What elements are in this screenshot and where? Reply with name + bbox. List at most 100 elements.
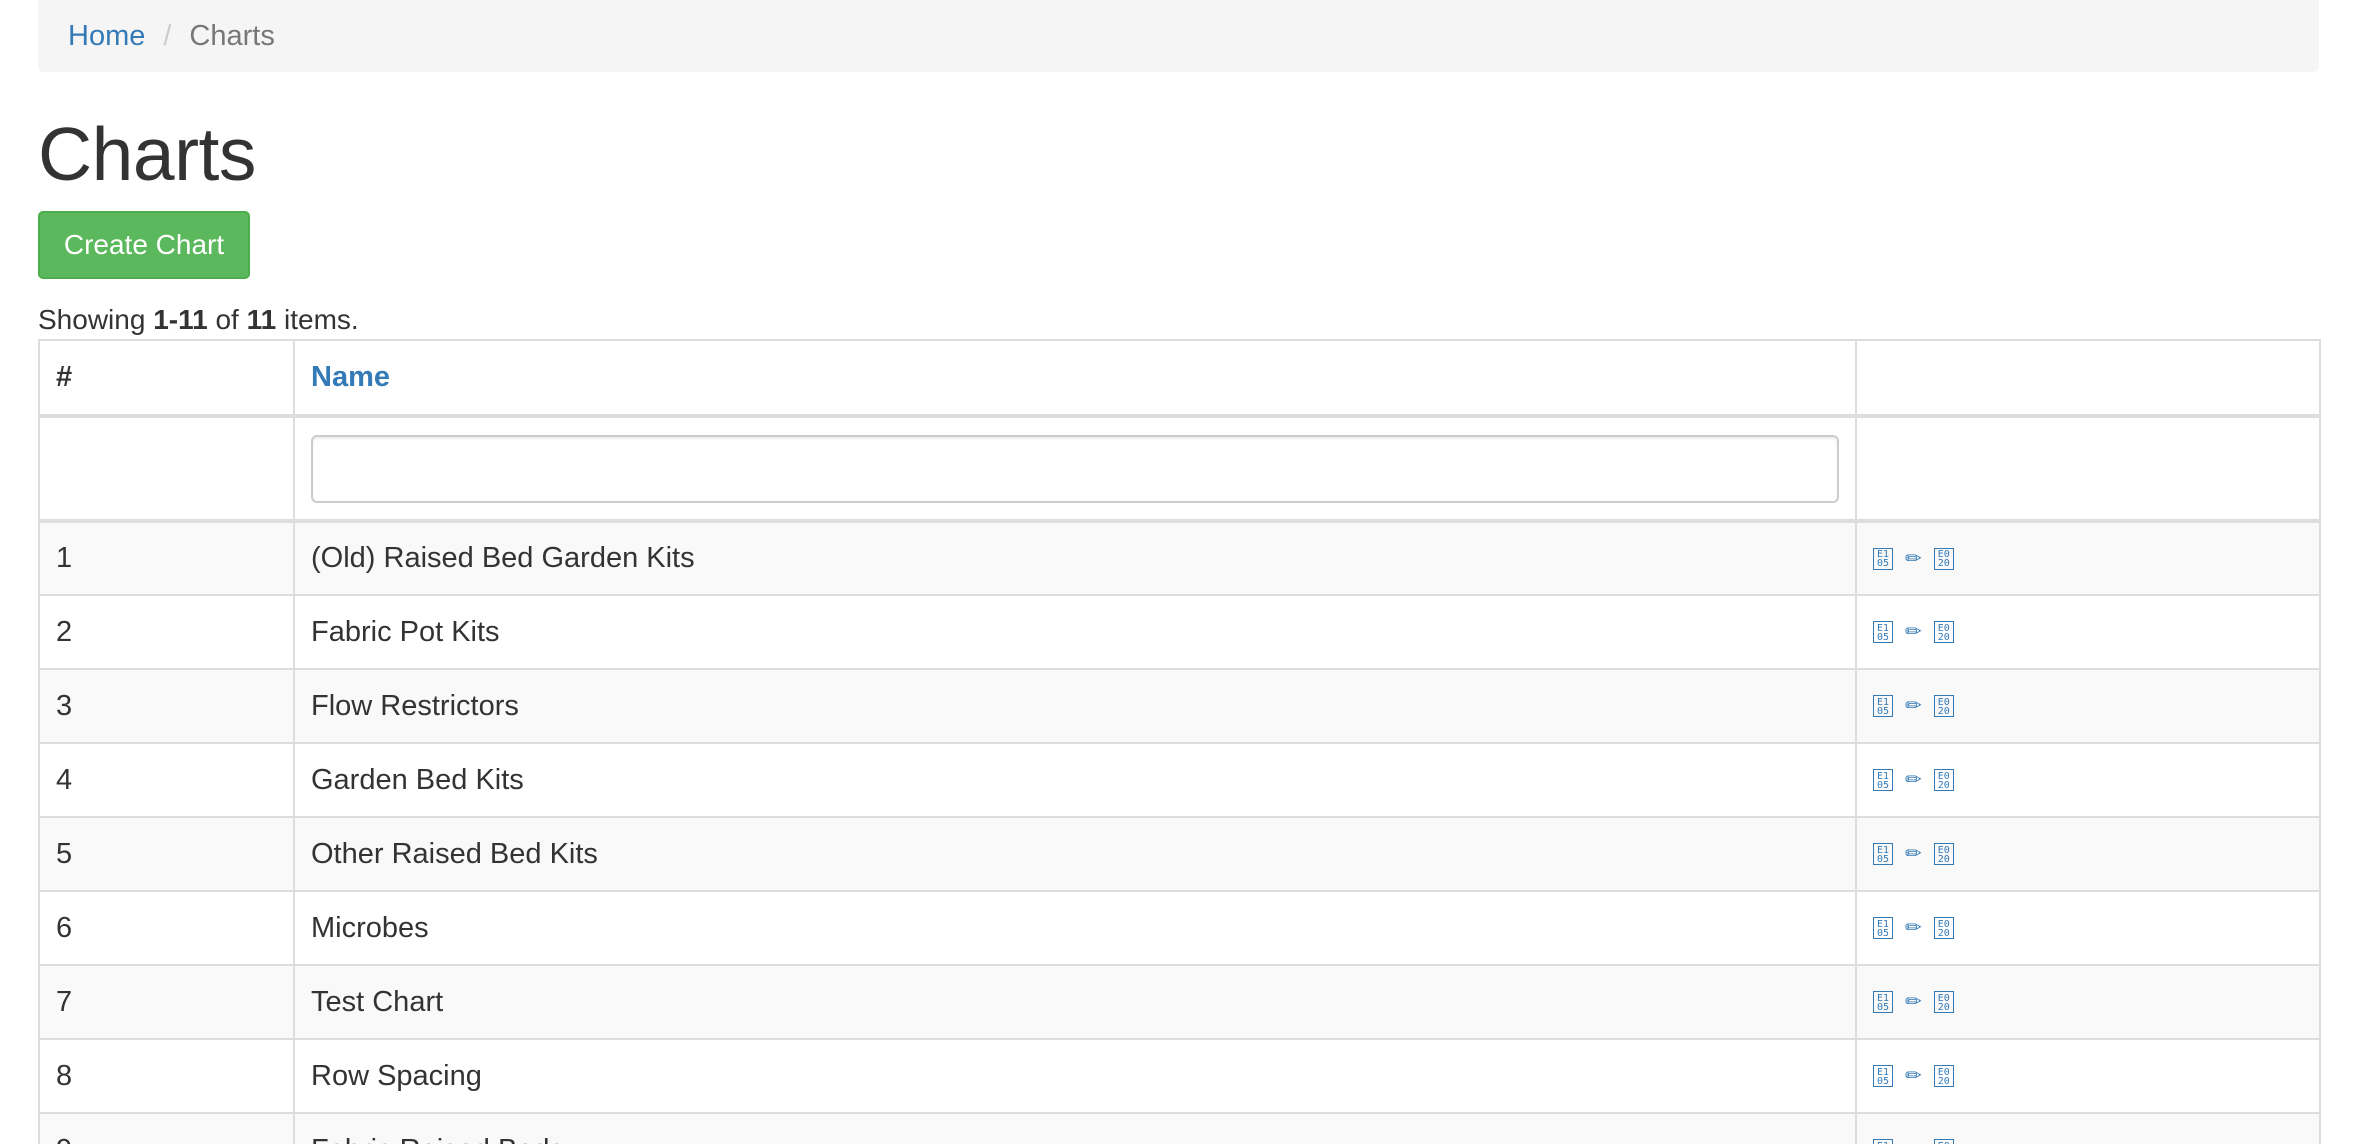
filter-cell-actions	[1856, 416, 2320, 521]
pencil-icon[interactable]: ✏	[1905, 992, 1922, 1012]
filter-cell-name	[294, 416, 1856, 521]
column-header-actions	[1856, 340, 2320, 416]
row-name: Microbes	[294, 891, 1856, 965]
view-glyph-bottom: 05	[1877, 707, 1889, 716]
row-action-group: E105 ✏ E020	[1873, 1139, 2303, 1144]
row-actions: E105 ✏ E020	[1856, 521, 2320, 595]
trash-icon[interactable]: E020	[1934, 843, 1954, 865]
sort-by-name-link[interactable]: Name	[311, 361, 390, 393]
row-name: Test Chart	[294, 965, 1856, 1039]
pencil-icon[interactable]: ✏	[1905, 622, 1922, 642]
view-glyph-bottom: 05	[1877, 929, 1889, 938]
eye-icon[interactable]: E105	[1873, 548, 1893, 570]
pencil-icon[interactable]: ✏	[1905, 549, 1922, 569]
view-glyph-bottom: 05	[1877, 633, 1889, 642]
eye-icon[interactable]: E105	[1873, 769, 1893, 791]
row-name: Fabric Pot Kits	[294, 595, 1856, 669]
view-glyph-bottom: 05	[1877, 1003, 1889, 1012]
row-action-group: E105 ✏ E020	[1873, 621, 2303, 643]
summary-middle: of	[208, 304, 247, 335]
column-header-num: #	[39, 340, 294, 416]
row-number: 8	[39, 1039, 294, 1113]
trash-icon[interactable]: E020	[1934, 991, 1954, 1013]
row-action-group: E105 ✏ E020	[1873, 843, 2303, 865]
row-name: Other Raised Bed Kits	[294, 817, 1856, 891]
row-number: 4	[39, 743, 294, 817]
row-name: (Old) Raised Bed Garden Kits	[294, 521, 1856, 595]
table-row: 2Fabric Pot Kits E105 ✏ E020	[39, 595, 2320, 669]
eye-icon[interactable]: E105	[1873, 1139, 1893, 1144]
view-glyph-bottom: 05	[1877, 1077, 1889, 1086]
eye-icon[interactable]: E105	[1873, 843, 1893, 865]
page: Home / Charts Charts Create Chart Showin…	[0, 0, 2372, 1144]
pencil-icon[interactable]: ✏	[1905, 1140, 1922, 1144]
table-header-row: # Name	[39, 340, 2320, 416]
delete-glyph-bottom: 20	[1938, 1003, 1950, 1012]
breadcrumb-separator: /	[145, 20, 189, 53]
breadcrumb-current: Charts	[189, 20, 274, 53]
pencil-icon[interactable]: ✏	[1905, 696, 1922, 716]
row-actions: E105 ✏ E020	[1856, 965, 2320, 1039]
row-name: Fabric Raised Beds	[294, 1113, 1856, 1144]
summary-suffix: items.	[276, 304, 358, 335]
row-actions: E105 ✏ E020	[1856, 1039, 2320, 1113]
row-number: 1	[39, 521, 294, 595]
table-row: 4Garden Bed Kits E105 ✏ E020	[39, 743, 2320, 817]
table-filter-row	[39, 416, 2320, 521]
view-glyph-bottom: 05	[1877, 781, 1889, 790]
eye-icon[interactable]: E105	[1873, 621, 1893, 643]
delete-glyph-bottom: 20	[1938, 929, 1950, 938]
table-row: 1(Old) Raised Bed Garden Kits E105 ✏ E020	[39, 521, 2320, 595]
row-number: 6	[39, 891, 294, 965]
row-number: 2	[39, 595, 294, 669]
row-name: Row Spacing	[294, 1039, 1856, 1113]
table-row: 9Fabric Raised Beds E105 ✏ E020	[39, 1113, 2320, 1144]
table-row: 5Other Raised Bed Kits E105 ✏ E020	[39, 817, 2320, 891]
trash-icon[interactable]: E020	[1934, 695, 1954, 717]
row-name: Garden Bed Kits	[294, 743, 1856, 817]
trash-icon[interactable]: E020	[1934, 1139, 1954, 1144]
eye-icon[interactable]: E105	[1873, 1065, 1893, 1087]
trash-icon[interactable]: E020	[1934, 917, 1954, 939]
page-title: Charts	[38, 106, 256, 202]
row-number: 7	[39, 965, 294, 1039]
eye-icon[interactable]: E105	[1873, 917, 1893, 939]
row-number: 5	[39, 817, 294, 891]
row-actions: E105 ✏ E020	[1856, 891, 2320, 965]
trash-icon[interactable]: E020	[1934, 548, 1954, 570]
delete-glyph-bottom: 20	[1938, 559, 1950, 568]
eye-icon[interactable]: E105	[1873, 991, 1893, 1013]
delete-glyph-bottom: 20	[1938, 633, 1950, 642]
pencil-icon[interactable]: ✏	[1905, 844, 1922, 864]
row-action-group: E105 ✏ E020	[1873, 548, 2303, 570]
row-actions: E105 ✏ E020	[1856, 1113, 2320, 1144]
row-actions: E105 ✏ E020	[1856, 669, 2320, 743]
charts-table: # Name 1(Old) Raised Bed Garden KitsE105…	[38, 339, 2321, 1144]
breadcrumb-home-link[interactable]: Home	[68, 20, 145, 53]
trash-icon[interactable]: E020	[1934, 1065, 1954, 1087]
row-action-group: E105 ✏ E020	[1873, 1065, 2303, 1087]
delete-glyph-bottom: 20	[1938, 855, 1950, 864]
pencil-icon[interactable]: ✏	[1905, 1066, 1922, 1086]
trash-icon[interactable]: E020	[1934, 769, 1954, 791]
row-number: 9	[39, 1113, 294, 1144]
row-action-group: E105 ✏ E020	[1873, 769, 2303, 791]
table-row: 7Test Chart E105 ✏ E020	[39, 965, 2320, 1039]
eye-icon[interactable]: E105	[1873, 695, 1893, 717]
pencil-icon[interactable]: ✏	[1905, 770, 1922, 790]
row-actions: E105 ✏ E020	[1856, 595, 2320, 669]
breadcrumb: Home / Charts	[38, 0, 2319, 72]
delete-glyph-bottom: 20	[1938, 1077, 1950, 1086]
table-row: 6Microbes E105 ✏ E020	[39, 891, 2320, 965]
name-filter-input[interactable]	[311, 435, 1839, 503]
row-action-group: E105 ✏ E020	[1873, 991, 2303, 1013]
summary-prefix: Showing	[38, 304, 153, 335]
filter-cell-num	[39, 416, 294, 521]
row-number: 3	[39, 669, 294, 743]
delete-glyph-bottom: 20	[1938, 707, 1950, 716]
create-chart-button[interactable]: Create Chart	[38, 211, 250, 279]
view-glyph-bottom: 05	[1877, 855, 1889, 864]
summary-total: 11	[247, 304, 277, 335]
trash-icon[interactable]: E020	[1934, 621, 1954, 643]
pencil-icon[interactable]: ✏	[1905, 918, 1922, 938]
